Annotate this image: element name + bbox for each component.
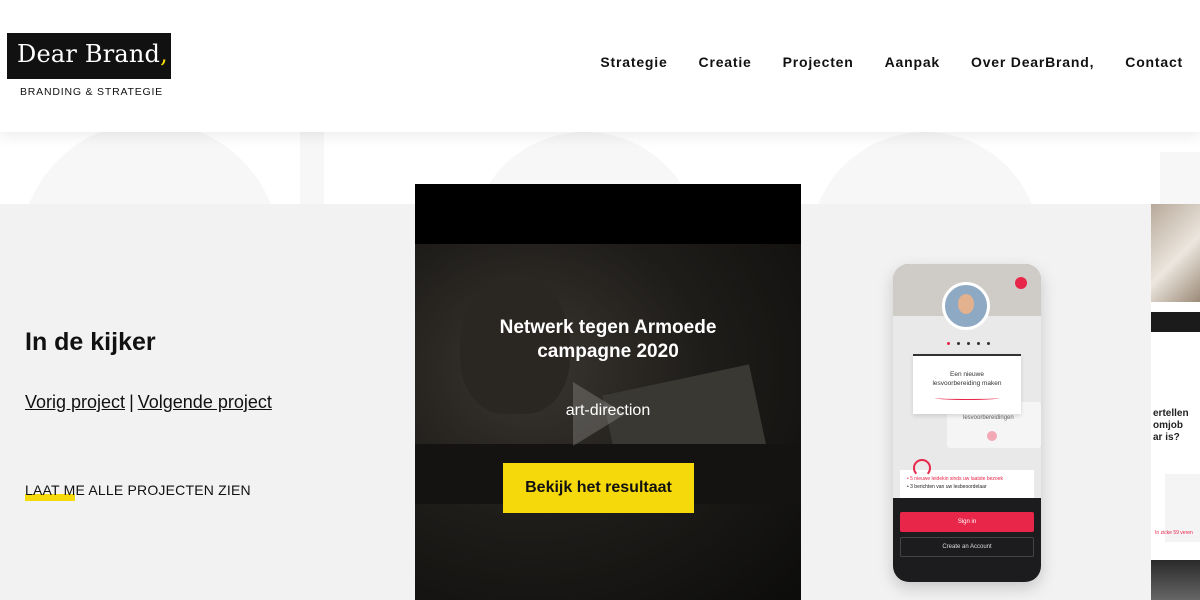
- avatar: [942, 282, 990, 330]
- nav-item-projecten[interactable]: Projecten: [783, 54, 854, 70]
- peek-photo: [1151, 204, 1200, 302]
- phone-notif-line: • 5 nieuwe leidekin sinds uw laatste bez…: [907, 476, 1003, 482]
- next-project-link[interactable]: Volgende project: [138, 392, 272, 412]
- site-header: Dear Brand, BRANDING & STRATEGIE Strateg…: [0, 0, 1200, 132]
- previous-project-link[interactable]: Vorig project: [25, 392, 125, 412]
- main-nav: Strategie Creatie Projecten Aanpak Over …: [569, 54, 1183, 70]
- nav-item-creatie[interactable]: Creatie: [699, 54, 752, 70]
- ghost-shape: [810, 132, 1040, 204]
- carousel-dot: [987, 342, 990, 345]
- phone-signin-button: Sign in: [900, 512, 1034, 532]
- avatar-face: [958, 294, 974, 314]
- phone-card-front-text: Een nieuwe lesvoorbereiding maken: [932, 371, 1002, 387]
- phone-screen: lesvoorbereidingen Een nieuwe lesvoorber…: [893, 264, 1041, 498]
- carousel-dot: [957, 342, 960, 345]
- project-pagination: Vorig project | Volgende project: [25, 392, 272, 413]
- peek-laptop: [1151, 560, 1200, 600]
- nav-item-over[interactable]: Over DearBrand,: [971, 54, 1094, 70]
- video-title: Netwerk tegen Armoede campagne 2020: [499, 317, 717, 362]
- nav-item-strategie[interactable]: Strategie: [600, 54, 667, 70]
- carousel-dot: [977, 342, 980, 345]
- ghost-shape: [20, 132, 280, 204]
- phone-notif-line: • 3 berichten van uw lesbeoordelaar: [907, 484, 987, 490]
- squiggle-icon: [935, 396, 999, 400]
- peek-small-text: In zicke 59 veren: [1155, 530, 1193, 536]
- view-result-button[interactable]: Bekijk het resultaat: [503, 463, 694, 513]
- next-slide-peek[interactable]: ertellen omjob ar is? In zicke 59 veren: [1151, 204, 1200, 600]
- peek-question: ertellen omjob ar is?: [1153, 408, 1189, 443]
- all-projects-link[interactable]: LAAT ME ALLE PROJECTEN ZIEN: [25, 482, 251, 498]
- video-subtitle: art-direction: [565, 402, 651, 419]
- pagination-separator: |: [129, 392, 134, 412]
- ghost-shape: [300, 132, 324, 204]
- logo-tagline: BRANDING & STRATEGIE: [20, 86, 163, 98]
- phone-card-back-text: lesvoorbereidingen: [963, 415, 1014, 421]
- phone-create-account-button: Create an Account: [900, 537, 1034, 557]
- ghost-shape: [1160, 152, 1200, 204]
- brand-logo[interactable]: Dear Brand,: [7, 33, 171, 79]
- carousel-dot: [967, 342, 970, 345]
- phone-card-front: Een nieuwe lesvoorbereiding maken: [913, 354, 1021, 414]
- carousel-dot: [947, 342, 950, 345]
- progress-ring-icon: [913, 459, 931, 477]
- logo-wordmark: Dear Brand,: [17, 40, 168, 68]
- section-title: In de kijker: [25, 328, 156, 356]
- nav-item-aanpak[interactable]: Aanpak: [885, 54, 940, 70]
- peek-dark-band: [1151, 312, 1200, 332]
- menu-icon: [1015, 277, 1027, 289]
- phone-badge: [987, 431, 997, 441]
- nav-item-contact[interactable]: Contact: [1125, 54, 1183, 70]
- phone-mockup[interactable]: lesvoorbereidingen Een nieuwe lesvoorber…: [893, 264, 1041, 582]
- featured-video-tile[interactable]: Netwerk tegen Armoede campagne 2020 art-…: [415, 184, 801, 600]
- carousel-dots: [947, 342, 990, 345]
